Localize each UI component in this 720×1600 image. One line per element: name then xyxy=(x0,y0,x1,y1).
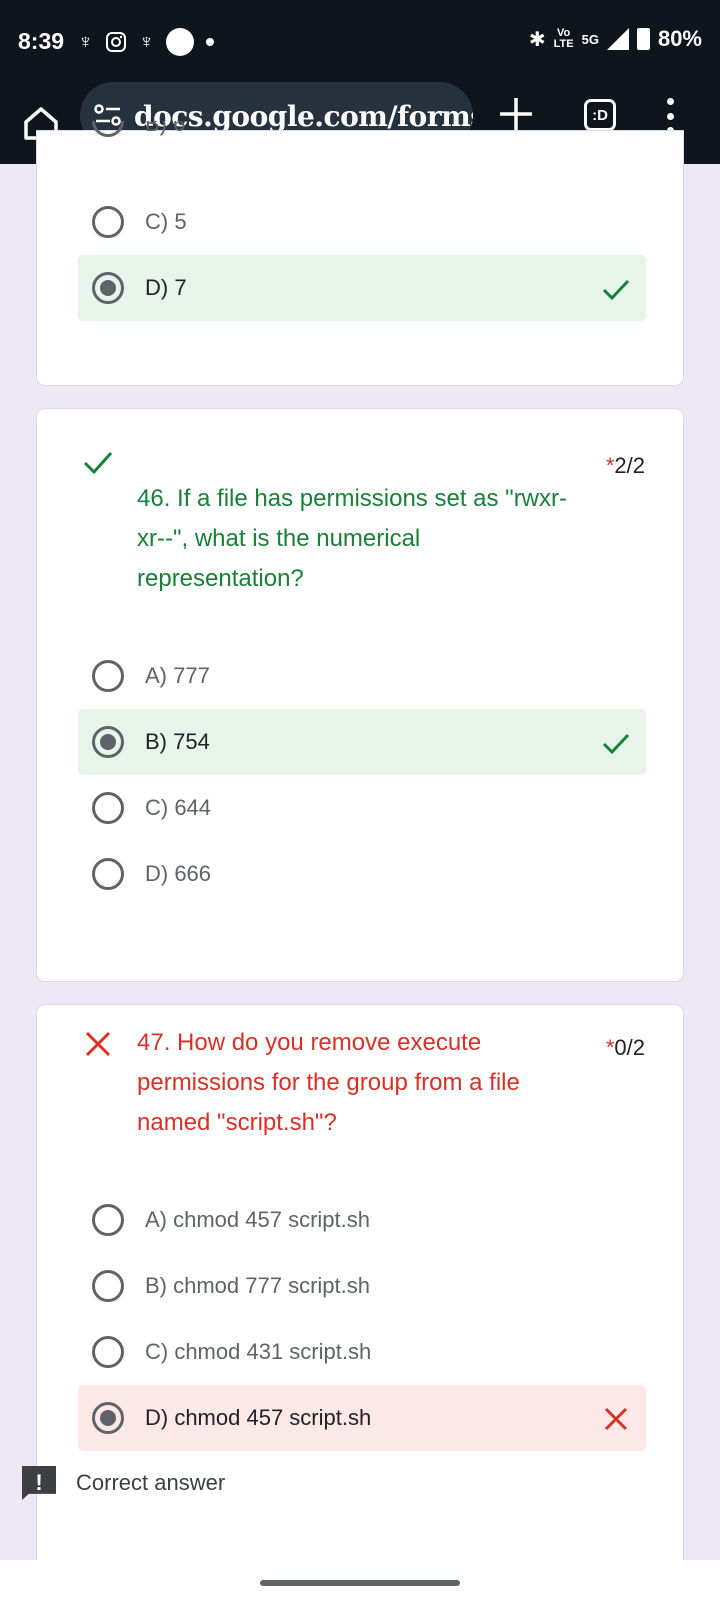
option-row-selected[interactable]: B) 754 xyxy=(78,709,646,775)
correct-check-icon xyxy=(83,451,113,475)
option-row[interactable]: C) 5 xyxy=(78,189,646,255)
system-icons: ✱ Vo LTE 5G 80% xyxy=(529,26,702,52)
five-g-label: 5G xyxy=(581,31,599,47)
option-label: B) 6 xyxy=(145,121,186,136)
question-score: *2/2 xyxy=(606,453,645,479)
option-label: B) chmod 777 script.sh xyxy=(145,1273,370,1298)
lte-label: LTE xyxy=(553,38,574,50)
bluetooth-icon: ✱ xyxy=(528,28,546,51)
check-icon xyxy=(602,279,630,301)
option-row-selected[interactable]: D) 7 xyxy=(78,255,646,321)
notification-icons: ♆ ♆ xyxy=(78,28,214,56)
bike-notification-icon-2: ♆ xyxy=(139,30,154,53)
volte-indicator: Vo LTE xyxy=(554,28,574,50)
radio-button-selected[interactable] xyxy=(92,272,124,304)
option-label: C) 644 xyxy=(145,795,212,820)
radio-button[interactable] xyxy=(92,121,124,137)
battery-percent: 80% xyxy=(657,26,702,51)
radio-button[interactable] xyxy=(92,1270,124,1302)
option-row-selected[interactable]: D) chmod 457 script.sh xyxy=(78,1385,646,1451)
option-row[interactable]: A) chmod 457 script.sh xyxy=(78,1187,646,1253)
option-row[interactable]: A) 777 xyxy=(78,643,646,709)
radio-button[interactable] xyxy=(92,1336,124,1368)
option-label: D) 666 xyxy=(145,861,212,886)
gesture-handle[interactable] xyxy=(260,1580,460,1586)
check-icon xyxy=(602,733,630,755)
option-label: A) chmod 457 script.sh xyxy=(145,1207,370,1232)
option-label: A) 777 xyxy=(145,663,210,688)
more-notifications-dot-icon xyxy=(206,38,214,46)
question-card-46: *2/2 46. If a file has permissions set a… xyxy=(36,408,684,982)
status-time: 8:39 xyxy=(18,28,65,54)
option-row[interactable]: D) 666 xyxy=(78,841,646,907)
question-score: *0/2 xyxy=(606,1035,645,1061)
correct-answer-feedback: ! Correct answer xyxy=(22,1466,225,1500)
option-label: D) 7 xyxy=(145,275,187,300)
radio-button[interactable] xyxy=(92,858,124,890)
incorrect-x-icon xyxy=(85,1031,111,1057)
radio-button-selected[interactable] xyxy=(92,726,124,758)
record-dot-icon xyxy=(166,28,194,56)
radio-button-selected[interactable] xyxy=(92,1402,124,1434)
gesture-nav-bar xyxy=(0,1560,720,1600)
status-bar: 8:39 ♆ ♆ ✱ Vo LTE 5G 80% xyxy=(0,0,720,82)
option-label: D) chmod 457 script.sh xyxy=(145,1405,372,1430)
score-value: 0/2 xyxy=(614,1035,645,1060)
option-row[interactable]: C) 644 xyxy=(78,775,646,841)
question-title: 46. If a file has permissions set as "rw… xyxy=(137,485,567,592)
option-label: C) 5 xyxy=(145,209,187,234)
bike-notification-icon: ♆ xyxy=(78,30,93,53)
x-icon xyxy=(604,1407,628,1431)
option-row[interactable]: B) chmod 777 script.sh xyxy=(78,1253,646,1319)
battery-icon xyxy=(636,28,650,50)
option-label: B) 754 xyxy=(145,729,210,754)
radio-button[interactable] xyxy=(92,792,124,824)
question-card-47: *0/2 47. How do you remove execute permi… xyxy=(36,1004,684,1600)
score-value: 2/2 xyxy=(614,453,645,478)
instagram-icon xyxy=(106,32,126,52)
correct-answer-label: Correct answer xyxy=(76,1470,226,1495)
radio-button[interactable] xyxy=(92,660,124,692)
question-card-45: B) 6 C) 5 D) 7 xyxy=(36,121,684,386)
signal-icon xyxy=(606,28,629,50)
feedback-alert-icon: ! xyxy=(22,1466,56,1500)
option-row[interactable]: C) chmod 431 script.sh xyxy=(78,1319,646,1385)
option-row[interactable]: B) 6 xyxy=(78,121,646,161)
more-menu-icon[interactable] xyxy=(662,98,678,134)
question-title: 47. How do you remove execute permission… xyxy=(137,1029,520,1136)
radio-button[interactable] xyxy=(92,206,124,238)
option-label: C) chmod 431 script.sh xyxy=(145,1339,372,1364)
radio-button[interactable] xyxy=(92,1204,124,1236)
